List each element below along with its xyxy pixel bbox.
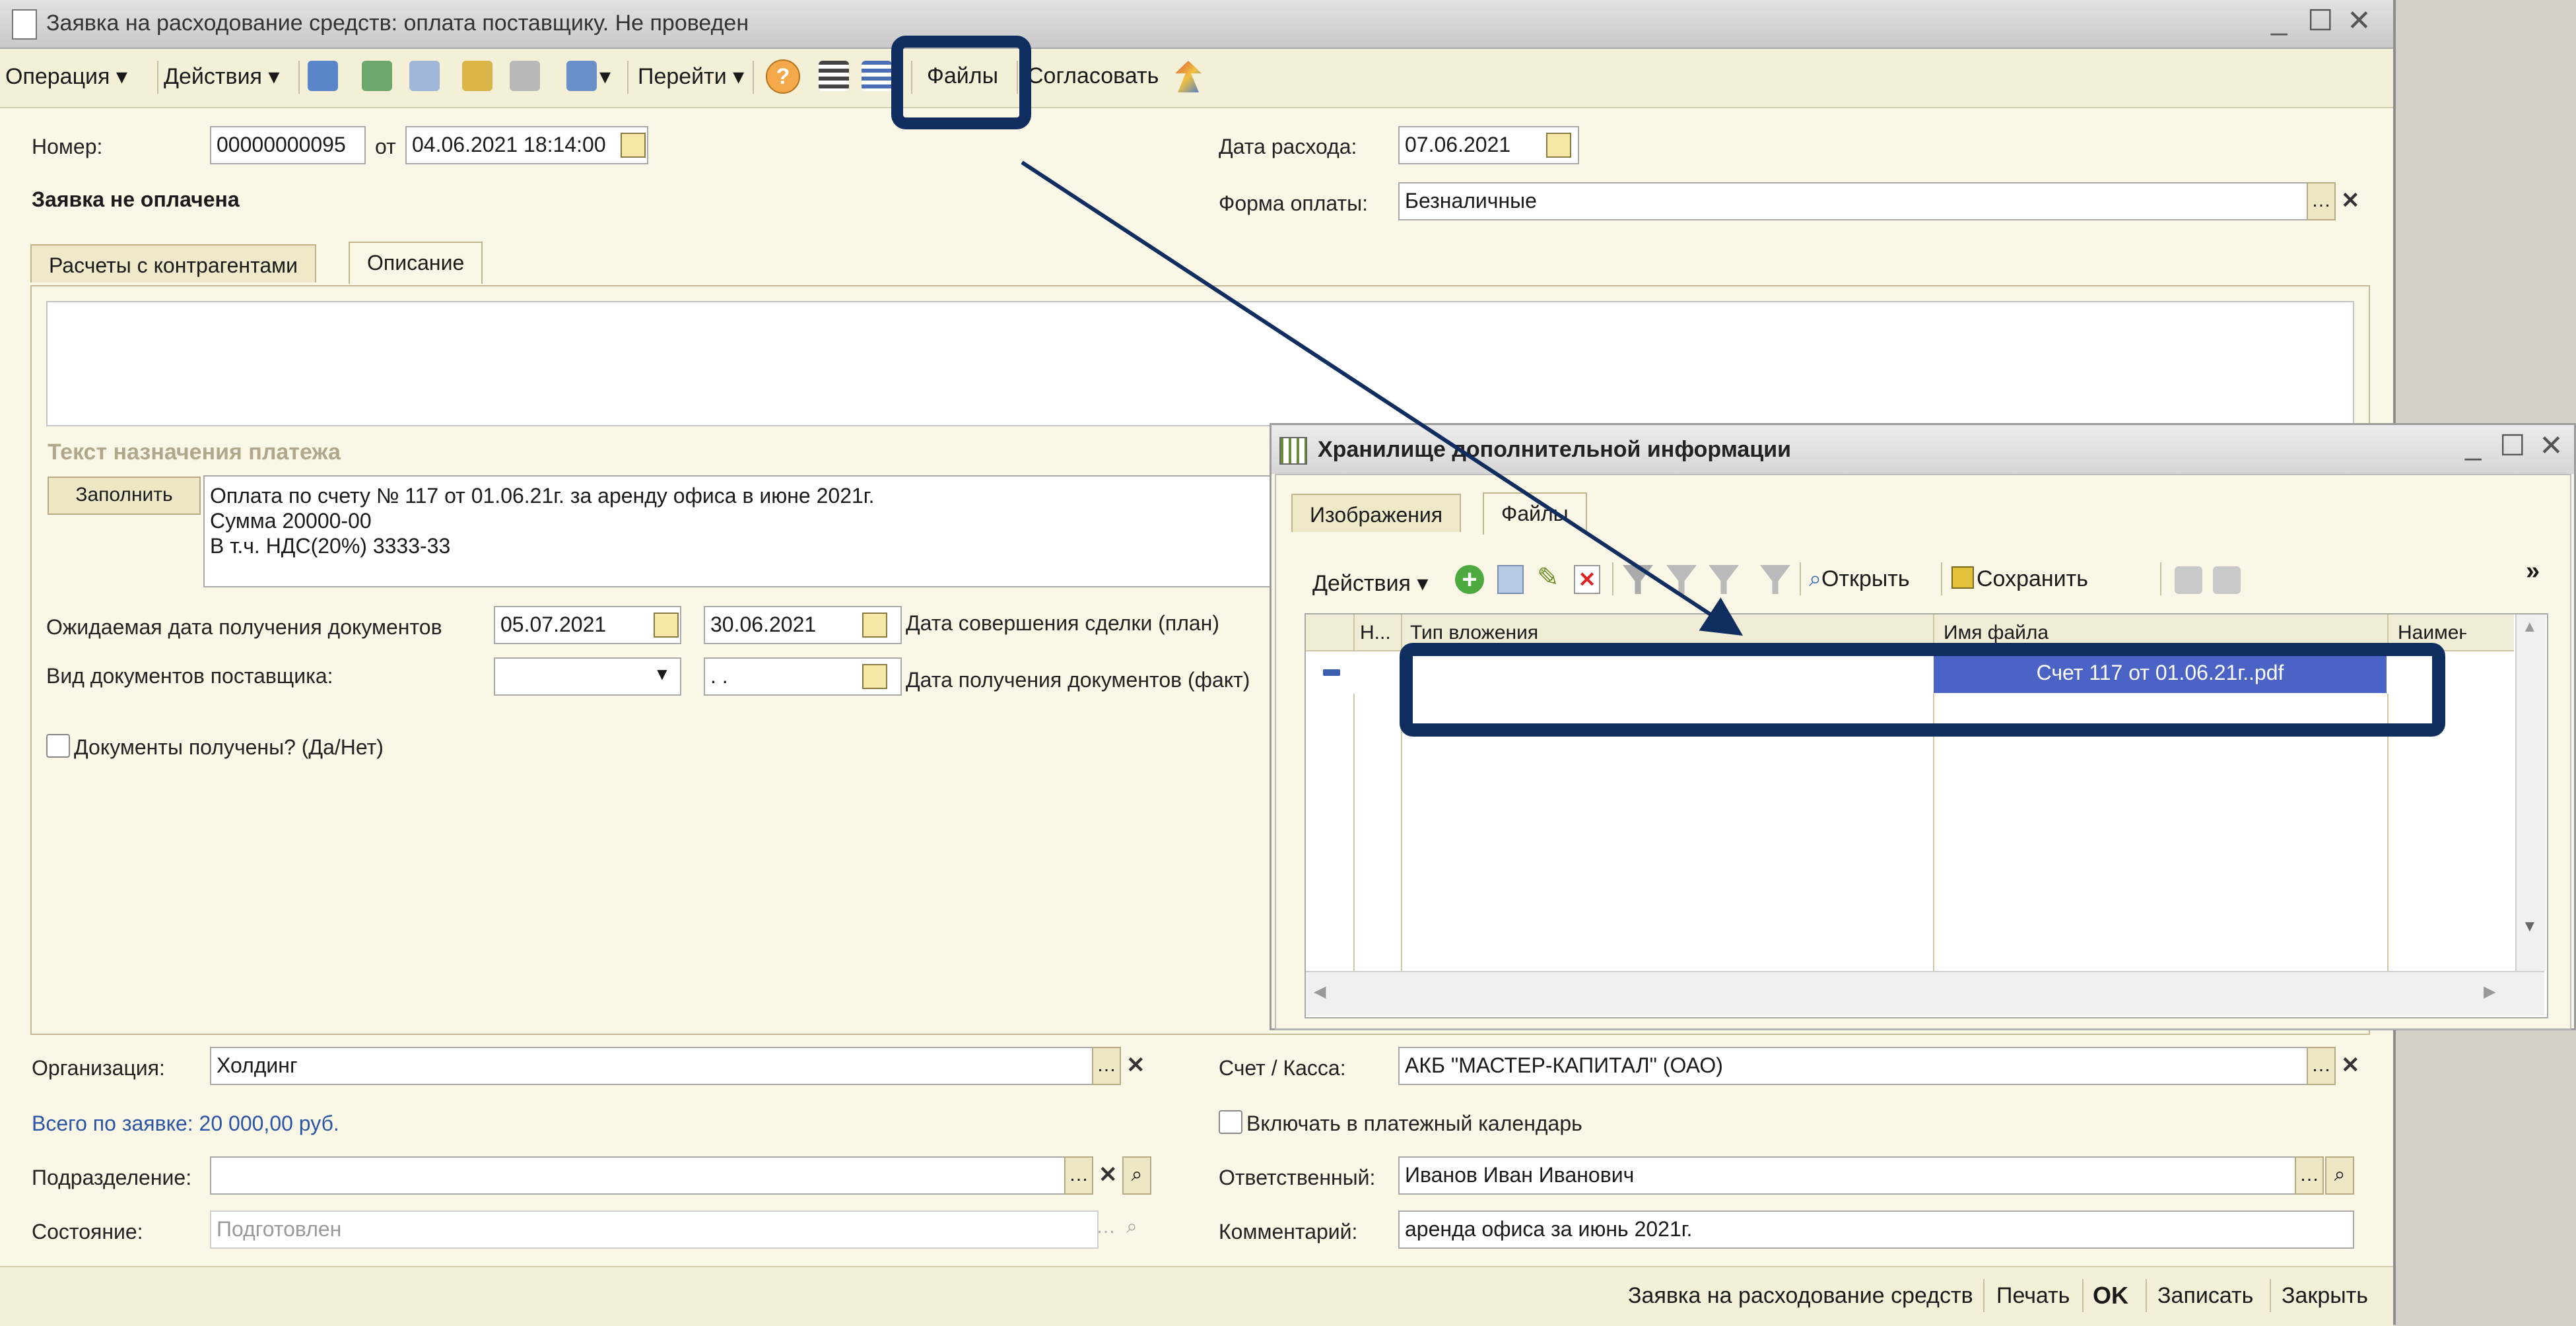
annotation-arrow xyxy=(1021,160,1744,636)
